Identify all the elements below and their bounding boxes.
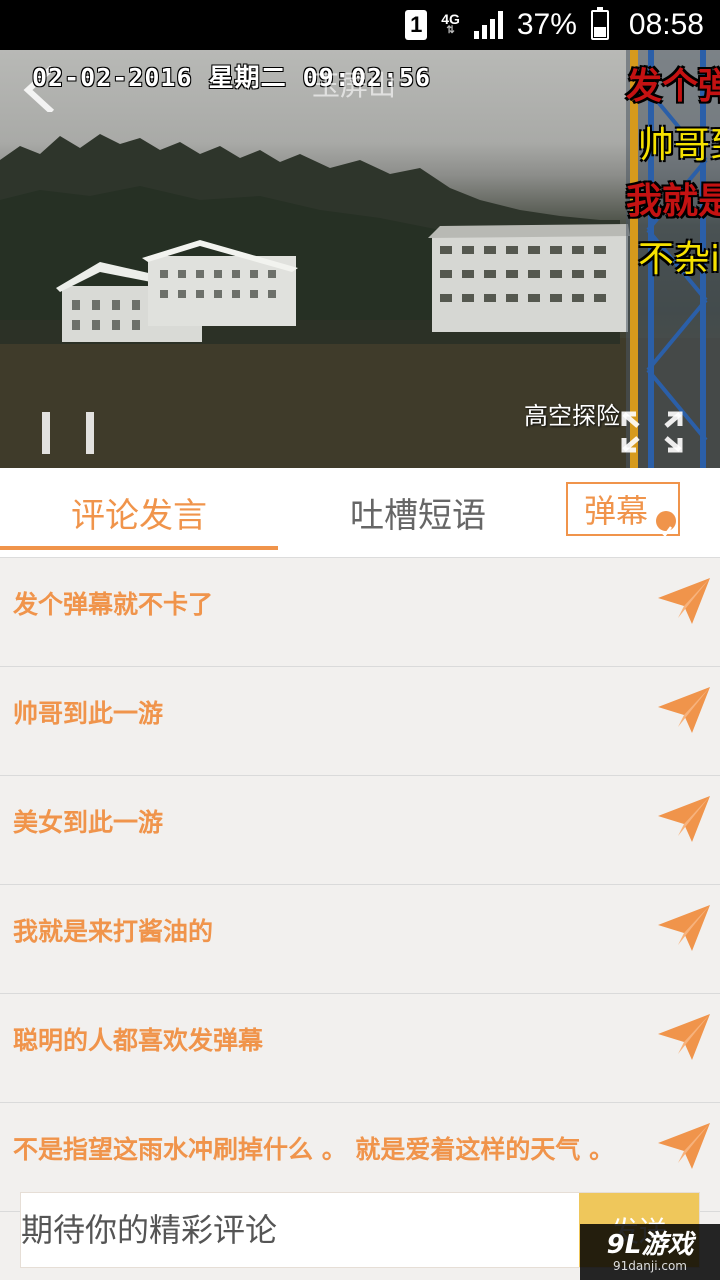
list-item[interactable]: 聪明的人都喜欢发弹幕 [0, 994, 720, 1103]
check-icon [656, 511, 676, 537]
list-item[interactable]: 帅哥到此一游 [0, 667, 720, 776]
danmaku-toggle-label: 弹幕 [583, 492, 648, 530]
phrase-text: 发个弹幕就不卡了 [13, 590, 214, 619]
danmaku-text: 不杂i [638, 239, 720, 280]
phrase-text: 美女到此一游 [13, 808, 164, 837]
pause-icon[interactable] [40, 412, 96, 454]
status-bar: 1 4G ⇅ 37% 08:58 [0, 0, 720, 50]
video-player[interactable]: 02-02-2016 星期二 09:02:56 玉屏山 发个弹 帅哥到 我就是 … [0, 50, 720, 468]
list-item[interactable]: 我就是来打酱油的 [0, 885, 720, 994]
phrase-text: 我就是来打酱油的 [13, 917, 214, 946]
danmaku-text: 发个弹 [626, 66, 720, 107]
send-plane-icon[interactable] [658, 1123, 710, 1169]
battery-icon [590, 7, 609, 40]
signal-icon [473, 11, 503, 39]
send-plane-icon[interactable] [658, 905, 710, 951]
phrase-text: 聪明的人都喜欢发弹幕 [13, 1026, 264, 1055]
list-item[interactable]: 美女到此一游 [0, 776, 720, 885]
tab-comment[interactable]: 评论发言 [0, 468, 278, 556]
site-logo: 9L游戏 [606, 1230, 694, 1260]
app-screen: 1 4G ⇅ 37% 08:58 02-02-2016 星期二 09:02:56… [0, 0, 720, 1280]
danmaku-toggle[interactable]: 弹幕 [566, 482, 680, 537]
danmaku-text: 帅哥到 [638, 125, 720, 166]
video-title: 玉屏山 [312, 69, 397, 102]
site-url: 91danji.com [613, 1259, 687, 1273]
sim-badge: 1 [405, 10, 428, 40]
send-plane-icon[interactable] [658, 578, 710, 624]
phrase-text: 帅哥到此一游 [13, 699, 164, 728]
send-plane-icon[interactable] [658, 1014, 710, 1060]
fullscreen-icon[interactable] [620, 410, 684, 454]
send-plane-icon[interactable] [658, 687, 710, 733]
tab-phrases[interactable]: 吐槽短语 [278, 468, 558, 556]
phrase-text: 不是指望这雨水冲刷掉什么 。 就是爱着这样的天气 。 [13, 1135, 615, 1164]
network-type: 4G ⇅ [441, 12, 460, 37]
phrase-list: 发个弹幕就不卡了 帅哥到此一游 美女到此一游 我就是来打酱油的 聪明的人都喜欢发… [0, 558, 720, 1212]
video-watermark: 高空探险 [524, 402, 620, 430]
danmaku-text: 我就是 [626, 181, 720, 222]
list-item[interactable]: 发个弹幕就不卡了 [0, 558, 720, 667]
send-plane-icon[interactable] [658, 796, 710, 842]
site-watermark: 9L游戏 91danji.com [580, 1224, 720, 1280]
comment-input[interactable] [21, 1193, 579, 1267]
tab-bar: 评论发言 吐槽短语 弹幕 [0, 468, 720, 558]
clock: 08:58 [628, 8, 704, 41]
battery-percentage: 37% [516, 8, 577, 41]
